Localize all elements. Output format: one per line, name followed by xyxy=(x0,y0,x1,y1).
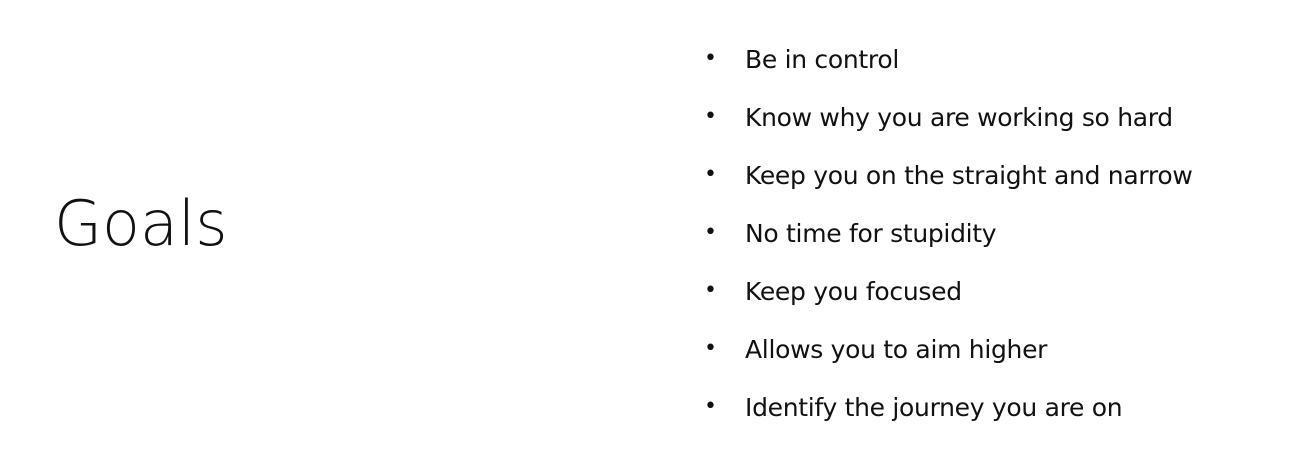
bullet-item: • Allows you to aim higher xyxy=(704,320,1304,378)
bullet-point-icon: • xyxy=(704,220,717,245)
bullet-list: • Be in control • Know why you are worki… xyxy=(704,30,1304,436)
bullet-point-icon: • xyxy=(704,336,717,361)
bullet-item: • Be in control xyxy=(704,30,1304,88)
bullet-text: Keep you focused xyxy=(745,276,962,306)
slide: Goals • Be in control • Know why you are… xyxy=(0,0,1310,476)
bullet-item: • Identify the journey you are on xyxy=(704,378,1304,436)
bullet-text: No time for stupidity xyxy=(745,218,997,248)
bullet-text: Keep you on the straight and narrow xyxy=(745,160,1193,190)
bullet-text: Identify the journey you are on xyxy=(745,392,1123,422)
bullet-point-icon: • xyxy=(704,394,717,419)
bullet-item: • Know why you are working so hard xyxy=(704,88,1304,146)
bullet-point-icon: • xyxy=(704,46,717,71)
bullet-point-icon: • xyxy=(704,162,717,187)
bullet-item: • Keep you focused xyxy=(704,262,1304,320)
bullet-text: Be in control xyxy=(745,44,899,74)
slide-title: Goals xyxy=(54,187,228,260)
bullet-point-icon: • xyxy=(704,278,717,303)
bullet-text: Know why you are working so hard xyxy=(745,102,1173,132)
bullet-text: Allows you to aim higher xyxy=(745,334,1048,364)
bullet-point-icon: • xyxy=(704,104,717,129)
bullet-item: • No time for stupidity xyxy=(704,204,1304,262)
bullet-item: • Keep you on the straight and narrow xyxy=(704,146,1304,204)
